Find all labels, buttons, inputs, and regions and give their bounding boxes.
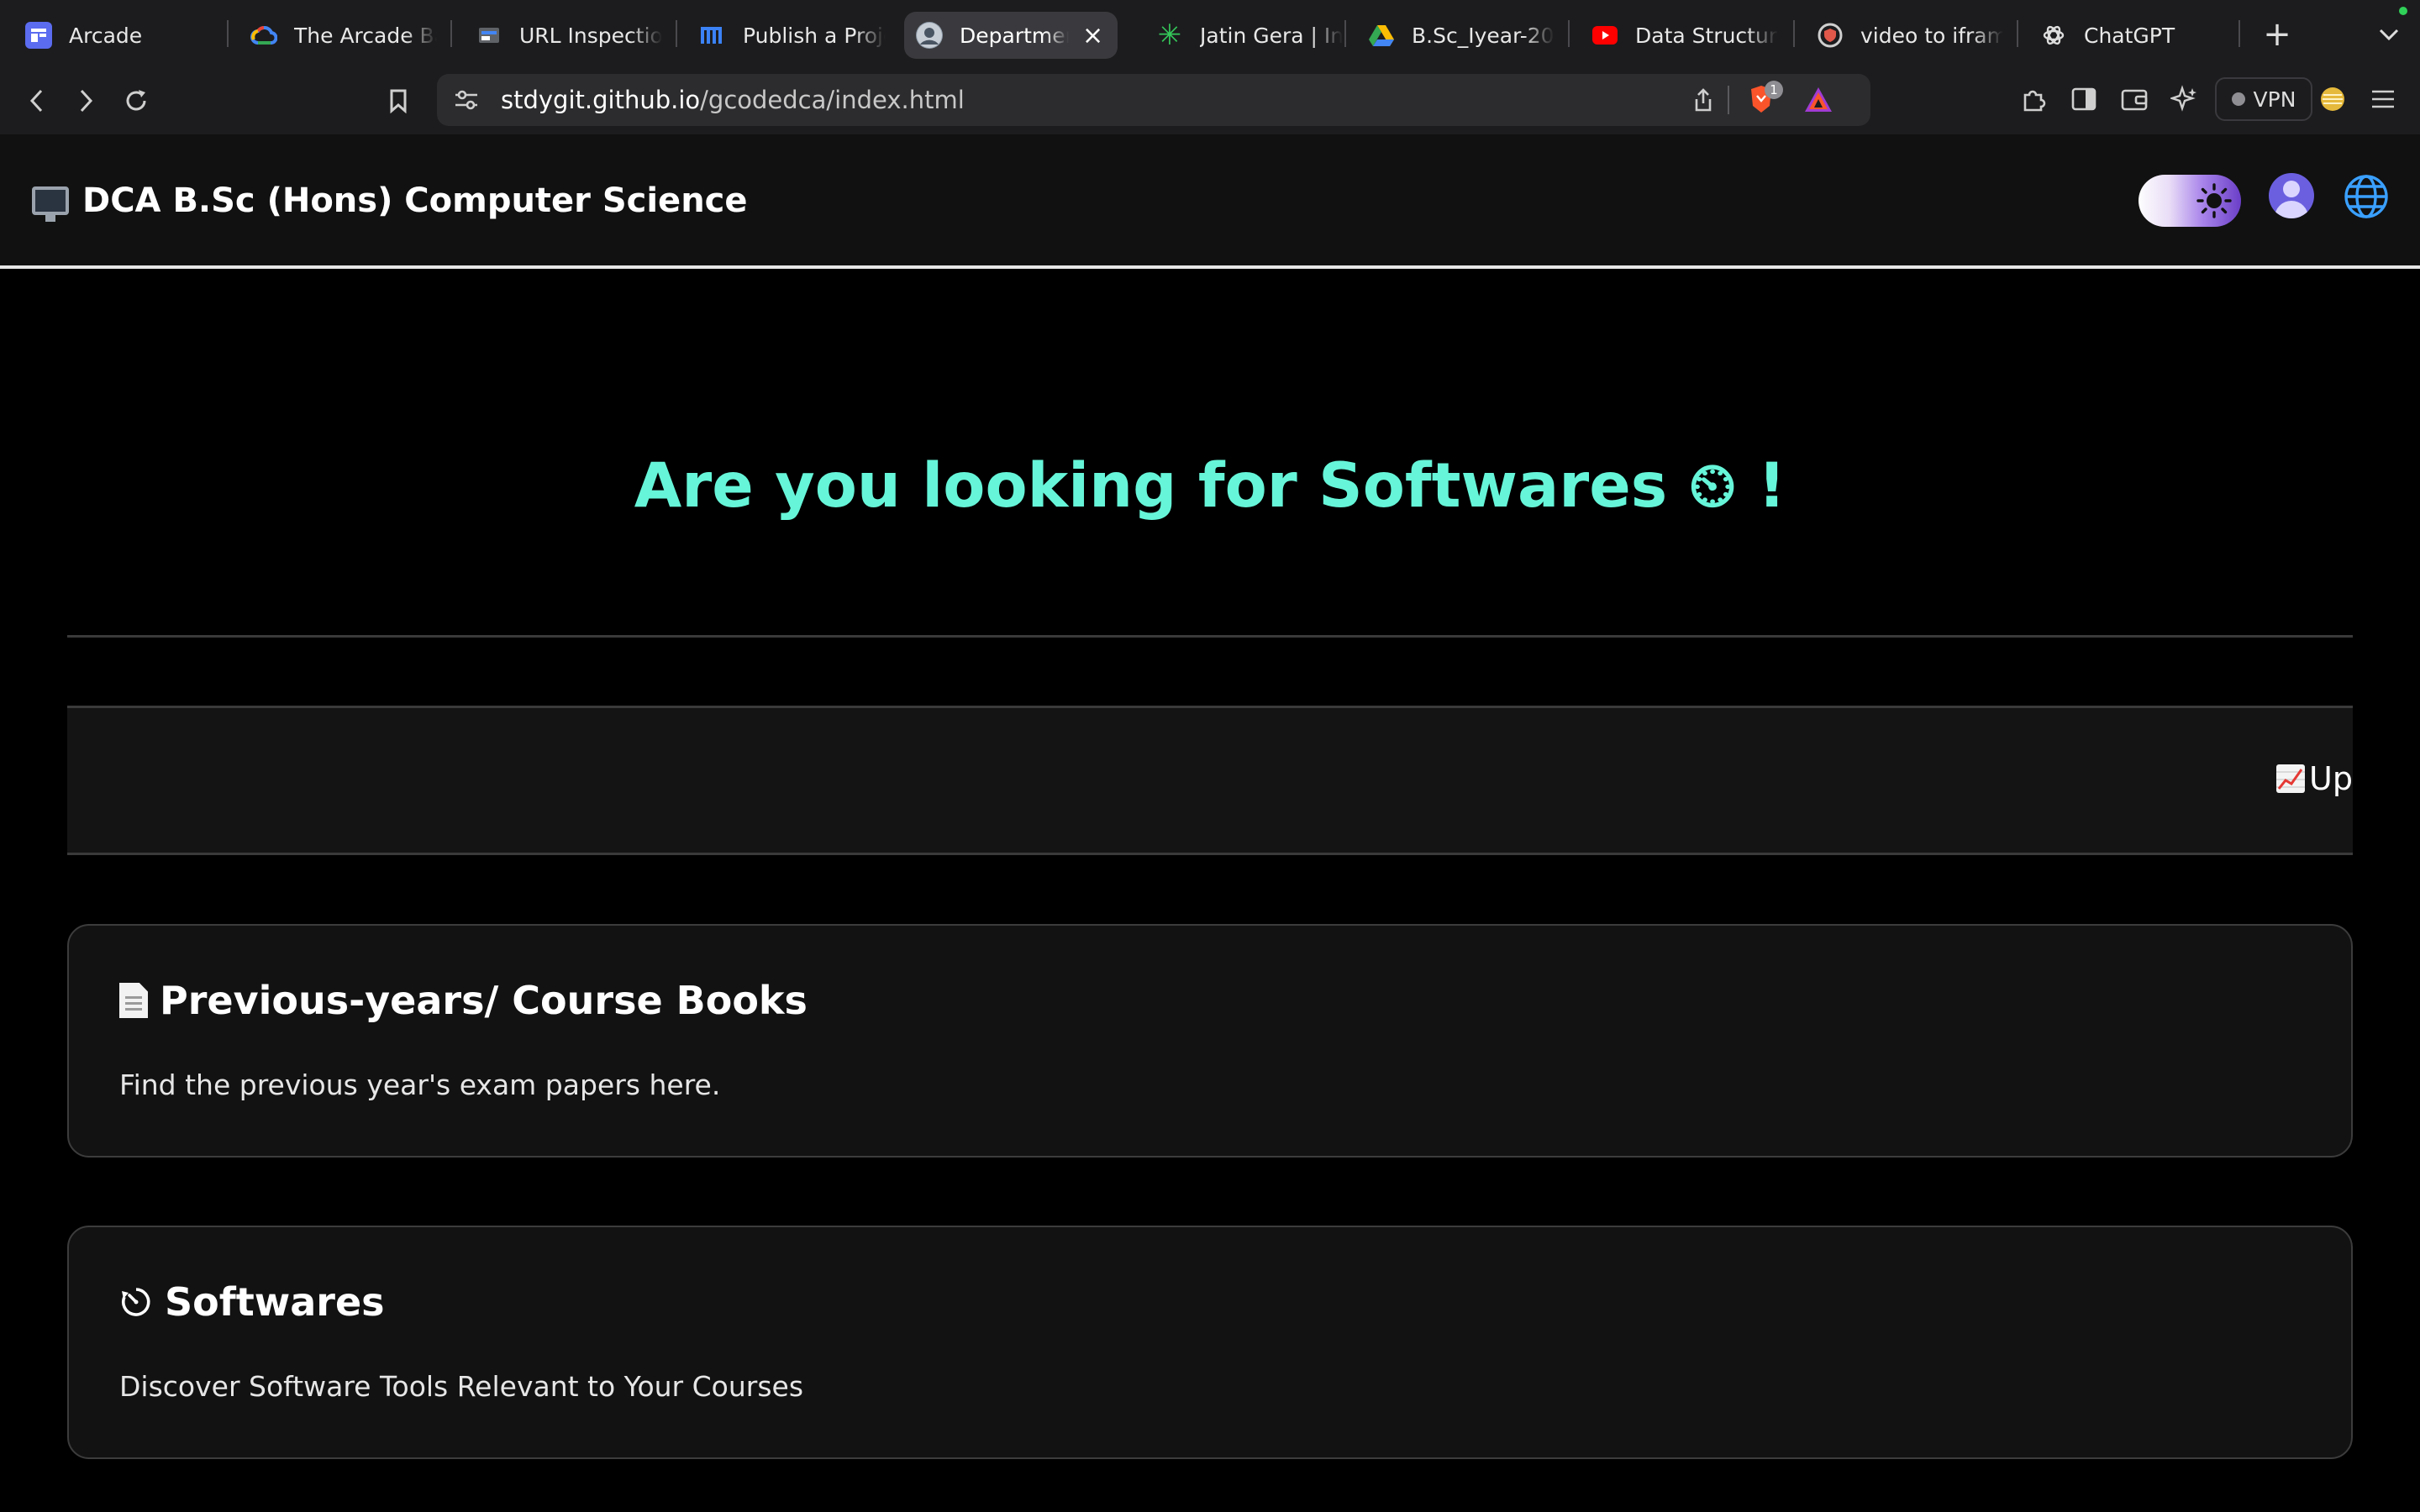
document-icon [119, 983, 148, 1018]
vpn-status-dot [2231, 92, 2245, 106]
profile-coin-icon[interactable] [2312, 79, 2353, 119]
card-title-text: Previous-years/ Course Books [160, 978, 808, 1023]
theme-toggle[interactable] [2139, 175, 2241, 227]
tab-divider [1793, 20, 1795, 47]
softwares-card[interactable]: Softwares Discover Software Tools Releva… [67, 1226, 2353, 1459]
leo-ai-icon[interactable] [2165, 79, 2205, 119]
site-title-text: DCA B.Sc (Hons) Computer Science [82, 181, 748, 220]
timer-icon [119, 1285, 153, 1319]
tab-divider [676, 20, 677, 47]
new-tab-button[interactable]: + [2256, 13, 2298, 55]
tab-title: ChatGPT [2084, 23, 2175, 48]
hero-heading: Are you looking for Softwares ⏲ ! [634, 450, 1786, 522]
extensions-icon[interactable] [2013, 79, 2054, 119]
tab-divider [450, 20, 452, 47]
ticker-item[interactable]: Upc [2275, 760, 2353, 797]
tab-divider [1568, 20, 1570, 47]
tab-title: URL Inspection [519, 23, 662, 48]
tab-chatgpt[interactable]: ChatGPT [2028, 12, 2227, 59]
card-title: Softwares [119, 1279, 385, 1325]
google-cloud-icon [250, 22, 277, 49]
close-tab-icon[interactable]: × [1082, 21, 1103, 50]
tab-bsc-iyear[interactable]: B.Sc_Iyear-20 [1356, 12, 1555, 59]
tab-title: Data Structure [1635, 23, 1778, 48]
tab-url-inspection[interactable]: URL Inspection [464, 12, 662, 59]
url-host: stdygit.github.io [501, 86, 701, 114]
reload-icon[interactable] [116, 81, 156, 121]
url-text[interactable]: stdygit.github.io/gcodedca/index.html [501, 86, 965, 114]
update-indicator-dot [2399, 7, 2407, 15]
tab-title: Publish a Proje [743, 23, 886, 48]
tab-divider [2017, 20, 2018, 47]
site-title[interactable]: DCA B.Sc (Hons) Computer Science [32, 181, 748, 222]
card-title: Previous-years/ Course Books [119, 978, 808, 1023]
address-bar[interactable]: stdygit.github.io/gcodedca/index.html 1 [437, 74, 1870, 126]
tab-title: Arcade [69, 23, 143, 48]
vpn-label: VPN [2253, 87, 2296, 112]
tab-title: B.Sc_Iyear-20 [1412, 23, 1555, 48]
updates-ticker: Upc [67, 706, 2353, 855]
section-divider [67, 635, 2353, 638]
google-drive-icon [1368, 22, 1395, 49]
tab-divider [227, 20, 229, 47]
tab-divider [1344, 20, 1346, 47]
card-description: Discover Software Tools Relevant to Your… [119, 1370, 804, 1403]
vpn-button[interactable]: VPN [2215, 77, 2312, 121]
share-icon[interactable] [1686, 82, 1721, 118]
sun-icon [2196, 182, 2233, 219]
chart-increasing-icon [2275, 764, 2306, 794]
avatar-head [2283, 181, 2300, 197]
menu-icon[interactable] [2363, 79, 2403, 119]
tab-data-structure[interactable]: Data Structure [1580, 12, 1778, 59]
tab-title: video to iframe [1860, 23, 2003, 48]
wallet-icon[interactable] [2114, 79, 2154, 119]
tab-video-to-iframe[interactable]: video to iframe [1805, 12, 2003, 59]
arcade-icon [25, 22, 52, 49]
brave-shields-icon[interactable]: 1 [1744, 81, 1783, 119]
forward-icon[interactable] [66, 81, 106, 121]
bookmark-icon[interactable] [378, 81, 418, 121]
site-settings-icon[interactable] [447, 81, 486, 119]
devfolio-icon [699, 22, 726, 49]
youtube-icon [1591, 22, 1618, 49]
tab-jatin-gera[interactable]: ✳ Jatin Gera | Ins [1144, 12, 1343, 59]
globe-language-icon[interactable] [2343, 173, 2390, 220]
sparkle-icon: ✳ [1157, 18, 1182, 52]
tab-arcade-badge[interactable]: The Arcade Ba [239, 12, 437, 59]
tab-title: Departmen [960, 23, 1069, 48]
brave-rewards-icon[interactable] [1802, 84, 1837, 118]
back-icon[interactable] [17, 81, 57, 121]
search-console-icon [476, 22, 502, 49]
user-avatar-icon[interactable] [2269, 173, 2314, 218]
chatgpt-icon [2040, 22, 2067, 49]
browser-toolbar: stdygit.github.io/gcodedca/index.html 1 … [0, 66, 2420, 134]
avatar-body [2275, 201, 2308, 218]
urlbar-divider [1728, 86, 1729, 114]
shield-favicon-icon [1817, 22, 1844, 49]
tab-list-chevron-icon[interactable] [2370, 13, 2408, 55]
tab-title: Jatin Gera | Ins [1200, 23, 1343, 48]
browser-tab-bar: Arcade The Arcade Ba URL Inspection Publ… [0, 0, 2420, 66]
url-path: /gcodedca/index.html [700, 86, 965, 114]
card-title-text: Softwares [165, 1279, 385, 1325]
card-description: Find the previous year's exam papers her… [119, 1068, 721, 1101]
avatar-favicon-icon [916, 22, 943, 49]
tab-department-active[interactable]: Departmen × [904, 12, 1118, 59]
tab-publish-project[interactable]: Publish a Proje [687, 12, 886, 59]
previous-years-card[interactable]: Previous-years/ Course Books Find the pr… [67, 924, 2353, 1158]
tab-arcade[interactable]: Arcade [13, 12, 212, 59]
site-header: DCA B.Sc (Hons) Computer Science [0, 134, 2420, 269]
tab-title: The Arcade Ba [294, 23, 437, 48]
computer-monitor-icon [32, 186, 69, 222]
shields-count-badge: 1 [1765, 81, 1783, 99]
sidebar-icon[interactable] [2064, 79, 2104, 119]
ticker-text: Upc [2309, 760, 2353, 797]
tab-divider [2238, 20, 2240, 47]
